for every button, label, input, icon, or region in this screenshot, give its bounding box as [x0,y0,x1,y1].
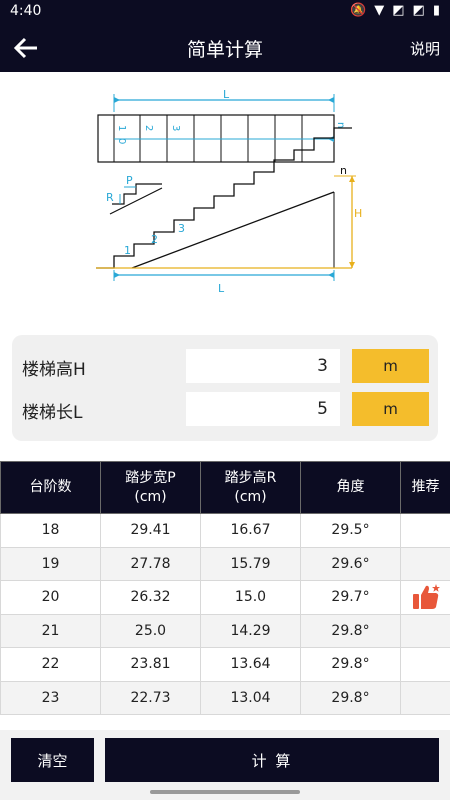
cell-steps: 18 [0,513,101,548]
cell-steps: 23 [0,680,101,715]
page-title: 简单计算 [186,39,263,61]
cell-angle: 29.8° [300,613,401,648]
help-link[interactable]: 说明 [410,38,440,59]
length-input[interactable] [186,392,340,426]
height-input[interactable] [186,349,340,383]
stair-diagram: L 1 0 2 3 n P R H n 1 2 3 L [96,88,362,295]
top-step-1: 1 [116,125,127,131]
length-unit-button[interactable]: m [352,392,429,426]
status-bar: 4:40 🔕 ▼ ◩ ◩ ▮ [0,0,450,24]
header-riser-height: 踏步高R (cm) [200,461,301,514]
top-step-3: 3 [170,125,181,131]
header-tread-width: 踏步宽P (cm) [100,461,201,514]
cell-p: 26.32 [100,580,201,615]
height-unit-button[interactable]: m [352,349,429,383]
stairs-step-2: 2 [151,233,158,246]
home-indicator [150,790,300,794]
cell-r: 16.67 [200,513,301,548]
cell-steps: 19 [0,546,101,581]
input-panel: 楼梯高H m 楼梯长L m [12,335,438,441]
top-step-2: 2 [143,125,154,131]
results-table: 台阶数 踏步宽P (cm) 踏步高R (cm) 角度 推荐 18 29.41 16.… [0,461,450,715]
app-bar: 简单计算 说明 [0,24,450,72]
signal-off-icon: ◩ [392,3,405,18]
table-row[interactable]: 23 22.73 13.04 29.8° [0,680,450,715]
battery-icon: ▮ [432,3,440,18]
table-row[interactable]: 20 26.32 15.0 29.7° [0,580,450,615]
table-row[interactable]: 21 25.0 14.29 29.8° [0,613,450,648]
cell-recommend [400,680,450,715]
bottom-l-label: L [218,282,225,295]
length-label: 楼梯长L [22,403,83,423]
header-steps: 台阶数 [0,461,101,514]
cell-r: 13.64 [200,647,301,682]
cell-p: 25.0 [100,613,201,648]
thumbs-up-icon [412,584,440,610]
cell-p: 23.81 [100,647,201,682]
stairs-step-1: 1 [124,244,131,257]
stairs-step-3: 3 [178,222,185,235]
cell-recommend [400,613,450,648]
cell-angle: 29.8° [300,680,401,715]
calculate-button[interactable]: 计 算 [105,738,439,782]
height-label: 楼梯高H [22,360,86,380]
table-row[interactable]: 22 23.81 13.64 29.8° [0,647,450,682]
wifi-icon: ▼ [374,3,385,18]
status-icons: 🔕 ▼ ◩ ◩ ▮ [350,3,440,18]
height-row: 楼梯高H m [12,349,438,383]
cell-r: 13.04 [200,680,301,715]
cell-recommend [400,580,450,615]
table-row[interactable]: 19 27.78 15.79 29.6° [0,546,450,581]
signal-off-icon-2: ◩ [412,3,425,18]
table-header-row: 台阶数 踏步宽P (cm) 踏步高R (cm) 角度 推荐 [0,461,450,514]
cell-p: 22.73 [100,680,201,715]
cell-recommend [400,546,450,581]
cell-recommend [400,647,450,682]
header-recommend: 推荐 [400,461,450,514]
length-row: 楼梯长L m [12,392,438,426]
top-step-0: 0 [116,138,127,144]
height-h-label: H [354,207,362,220]
cell-r: 15.79 [200,546,301,581]
stairs-n-label: n [340,164,347,177]
cell-p: 29.41 [100,513,201,548]
header-angle: 角度 [300,461,401,514]
cell-r: 14.29 [200,613,301,648]
cell-recommend [400,513,450,548]
mute-icon: 🔕 [350,3,367,18]
detail-r-label: R [106,191,114,204]
cell-r: 15.0 [200,580,301,615]
cell-steps: 20 [0,580,101,615]
cell-angle: 29.6° [300,546,401,581]
table-row[interactable]: 18 29.41 16.67 29.5° [0,513,450,548]
cell-angle: 29.7° [300,580,401,615]
status-time: 4:40 [10,3,42,19]
clear-button[interactable]: 清空 [11,738,94,782]
cell-angle: 29.5° [300,513,401,548]
cell-angle: 29.8° [300,647,401,682]
detail-p-label: P [126,174,133,187]
cell-p: 27.78 [100,546,201,581]
cell-steps: 22 [0,647,101,682]
cell-steps: 21 [0,613,101,648]
top-l-label: L [223,88,230,101]
